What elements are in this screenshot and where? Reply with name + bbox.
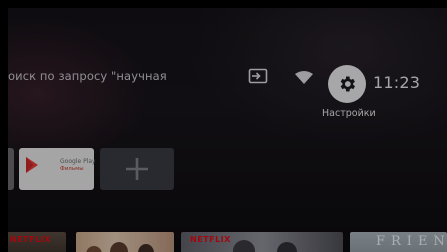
poster-figure — [138, 244, 154, 252]
wifi-icon[interactable] — [294, 70, 314, 86]
netflix-badge: NETFLIX — [10, 235, 51, 244]
settings-button[interactable] — [328, 65, 366, 103]
clock: 11:23 — [373, 73, 421, 92]
poster-figure — [110, 242, 128, 252]
gear-icon — [340, 76, 355, 92]
google-play-title: Google Play — [60, 158, 96, 165]
settings-label: Настройки — [322, 108, 376, 119]
dim-overlay — [8, 8, 447, 252]
content-card[interactable]: NETFLIX — [8, 232, 66, 252]
content-card[interactable]: NETFLIX — [181, 232, 343, 252]
content-card[interactable] — [76, 232, 174, 252]
poster-figure — [277, 242, 297, 252]
content-card[interactable]: FRIENDS — [350, 232, 447, 252]
tv-home-screen: оиск по запросу "научная 11:23 Настройки… — [8, 8, 447, 252]
netflix-badge: NETFLIX — [190, 235, 231, 244]
google-play-subtitle: Фильмы — [60, 166, 84, 172]
friends-title: FRIENDS — [376, 234, 447, 249]
add-app-tile[interactable] — [100, 148, 174, 190]
search-query-text[interactable]: оиск по запросу "научная — [8, 69, 167, 83]
google-play-movies-tile[interactable]: Google Play Фильмы — [19, 148, 96, 190]
poster-figure — [233, 240, 255, 252]
google-play-logo-icon — [26, 157, 38, 173]
plus-icon — [126, 158, 148, 180]
app-tile-partial[interactable] — [8, 148, 14, 190]
input-source-icon[interactable] — [248, 68, 268, 84]
poster-figure — [86, 246, 102, 252]
